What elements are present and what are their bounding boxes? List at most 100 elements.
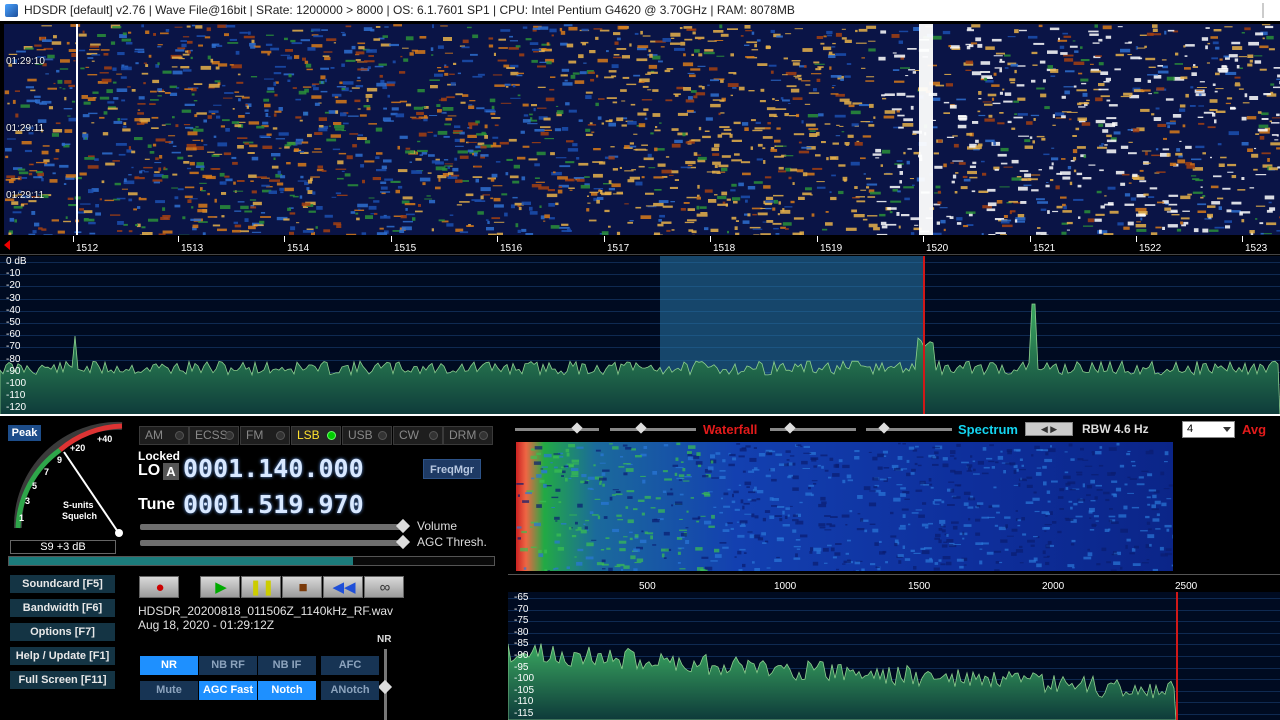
- audio-waterfall-image: [516, 442, 1173, 571]
- mode-led-icon: [429, 431, 438, 440]
- mode-label: USB: [348, 428, 373, 442]
- window-controls[interactable]: [1262, 3, 1272, 18]
- audio-db-label: -115: [514, 708, 534, 719]
- waterfall-timestamp: 01:29:11: [6, 190, 45, 201]
- slider-knob[interactable]: [878, 422, 890, 434]
- freq-tick: 1513: [177, 236, 204, 254]
- options-button[interactable]: Options [F7]: [10, 623, 115, 641]
- db-label: -50: [6, 317, 21, 328]
- audio-db-label: -110: [514, 696, 534, 708]
- bandwidth-button[interactable]: Bandwidth [F6]: [10, 599, 115, 617]
- avg-label: Avg: [1242, 422, 1267, 437]
- meter-title: S-units: [63, 500, 94, 510]
- mode-usb-button[interactable]: USB: [342, 426, 392, 445]
- nr-level-slider[interactable]: [377, 649, 393, 720]
- rf-waterfall[interactable]: 01:29:10 01:29:11 01:29:11: [4, 24, 1280, 235]
- rbw-arrows[interactable]: ◀ ▶: [1025, 422, 1073, 436]
- audio-spectrum[interactable]: -65 -70 -75 -80 -85 -90 -95 -100 -105 -110 -115: [508, 592, 1280, 720]
- s-meter-readout: S9 +3 dB: [10, 540, 116, 554]
- peak-toggle-button[interactable]: Peak: [8, 425, 41, 441]
- nb-rf-toggle-button[interactable]: NB RF: [199, 656, 257, 675]
- slider-knob[interactable]: [571, 422, 583, 434]
- agc-threshold-slider[interactable]: [140, 534, 411, 550]
- afc-toggle-button[interactable]: AFC: [321, 656, 379, 675]
- anotch-toggle-button[interactable]: ANotch: [321, 681, 379, 700]
- soundcard-button[interactable]: Soundcard [F5]: [10, 575, 115, 593]
- db-label: -20: [6, 280, 21, 292]
- mode-am-button[interactable]: AM: [139, 426, 189, 445]
- audio-db-label: -65: [514, 592, 529, 603]
- mode-label: AM: [145, 428, 163, 442]
- lo-channel-button[interactable]: A: [163, 463, 179, 480]
- mode-led-icon: [479, 431, 488, 440]
- audio-cutoff-line[interactable]: [1176, 592, 1178, 720]
- record-icon: ●: [155, 579, 165, 596]
- mode-led-icon: [378, 431, 387, 440]
- nr-toggle-button[interactable]: NR: [140, 656, 198, 675]
- mode-fm-button[interactable]: FM: [240, 426, 290, 445]
- slider-knob[interactable]: [635, 422, 647, 434]
- rf-waterfall-canvas: [4, 24, 1280, 235]
- pause-button[interactable]: ❚❚: [241, 576, 281, 598]
- pause-icon: ❚❚: [249, 579, 275, 596]
- waterfall-contrast-slider[interactable]: [610, 422, 696, 434]
- tune-marker-line[interactable]: [923, 256, 925, 414]
- mode-cw-button[interactable]: CW: [393, 426, 443, 445]
- meter-scale-label: 9: [57, 455, 63, 465]
- audio-freq-tick: 2000: [1042, 581, 1065, 592]
- lo-frequency-display[interactable]: 0001.140.000: [183, 454, 364, 483]
- mode-lsb-button[interactable]: LSB: [291, 426, 341, 445]
- freq-tick: 1517: [603, 236, 630, 254]
- rf-frequency-scale[interactable]: 1512 1513 1514 1515 1516 1517 1518 1519 …: [0, 235, 1280, 255]
- mode-drm-button[interactable]: DRM: [443, 426, 493, 445]
- stop-button[interactable]: ■: [282, 576, 322, 598]
- volume-slider[interactable]: [140, 518, 411, 534]
- spectrum-label: Spectrum: [958, 422, 1018, 437]
- lo-locked-label[interactable]: Locked: [138, 449, 180, 463]
- rf-spectrum[interactable]: 0 dB -10 -20 -30 -40 -50 -60 -70 -80 -90 -100 -110-…: [0, 256, 1280, 416]
- spectrum-gain-slider[interactable]: [770, 422, 856, 434]
- waterfall-gain-slider[interactable]: [515, 422, 599, 434]
- mode-ecss-button[interactable]: ECSS: [189, 426, 239, 445]
- freq-tick: 1516: [496, 236, 523, 254]
- playback-position-bar[interactable]: [8, 556, 495, 566]
- playback-position-fill: [9, 557, 354, 565]
- freq-tick: 1518: [709, 236, 736, 254]
- spectrum-contrast-slider[interactable]: [866, 422, 952, 434]
- help-update-button[interactable]: Help / Update [F1]: [10, 647, 115, 665]
- audio-freq-tick: 500: [639, 581, 656, 592]
- audio-db-label: -80: [514, 626, 529, 638]
- db-label: -70: [6, 341, 21, 353]
- waterfall-timestamp: 01:29:10: [6, 56, 45, 67]
- nb-if-toggle-button[interactable]: NB IF: [258, 656, 316, 675]
- audio-freq-tick: 1000: [774, 581, 797, 592]
- play-button[interactable]: ▶: [200, 576, 240, 598]
- volume-label: Volume: [417, 519, 458, 533]
- db-label: -80: [6, 353, 21, 365]
- full-screen-button[interactable]: Full Screen [F11]: [10, 671, 115, 689]
- db-label: -120: [6, 402, 27, 414]
- scroll-left-marker-icon[interactable]: [4, 240, 10, 250]
- freq-tick: 1522: [1135, 236, 1162, 254]
- slider-knob[interactable]: [784, 422, 796, 434]
- freq-tick: 1520: [922, 236, 949, 254]
- rewind-icon: ◀◀: [332, 579, 356, 596]
- title-bar: HDSDR [default] v2.76 | Wave File@16bit …: [0, 0, 1280, 21]
- mode-led-icon: [327, 431, 336, 440]
- audio-frequency-scale[interactable]: 500 1000 1500 2000 2500: [508, 574, 1280, 592]
- agc-fast-toggle-button[interactable]: AGC Fast: [199, 681, 257, 700]
- loop-button[interactable]: ∞: [364, 576, 404, 598]
- loop-icon: ∞: [379, 579, 391, 596]
- rewind-button[interactable]: ◀◀: [323, 576, 363, 598]
- stop-icon: ■: [298, 579, 308, 596]
- audio-waterfall[interactable]: [512, 440, 1280, 573]
- chevron-down-icon: [1223, 427, 1231, 432]
- tune-frequency-display[interactable]: 0001.519.970: [183, 490, 364, 519]
- mode-label: CW: [399, 428, 419, 442]
- mute-toggle-button[interactable]: Mute: [140, 681, 198, 700]
- avg-select[interactable]: 4: [1182, 421, 1235, 438]
- freqmgr-button[interactable]: FreqMgr: [423, 459, 481, 479]
- notch-toggle-button[interactable]: Notch: [258, 681, 316, 700]
- freq-tick: 1514: [283, 236, 310, 254]
- record-button[interactable]: ●: [139, 576, 179, 598]
